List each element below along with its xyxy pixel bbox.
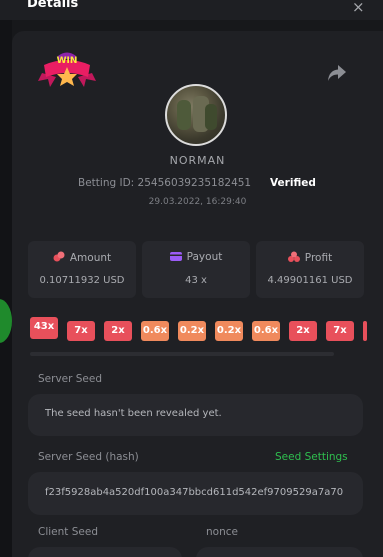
nonce-label: nonce xyxy=(206,526,238,538)
server-seed-field[interactable]: The seed hasn't been revealed yet. xyxy=(28,394,363,436)
client-seed-label: Client Seed xyxy=(38,526,98,538)
history-chip[interactable]: 0.2x xyxy=(178,321,206,341)
win-badge-icon: WIN xyxy=(38,52,96,87)
betting-id: Betting ID: 25456039235182451 xyxy=(78,177,251,189)
history-chip[interactable]: 0.2x xyxy=(215,321,243,341)
payout-label: Payout xyxy=(186,251,223,263)
modal-title: Details xyxy=(27,0,79,11)
amount-card: Amount 0.10711932 USD xyxy=(28,241,136,298)
history-scrollbar[interactable] xyxy=(30,352,334,356)
server-seed-hash-field[interactable]: f23f5928ab4a520df100a347bbcd611d542ef970… xyxy=(28,472,363,515)
history-chip-partial[interactable] xyxy=(363,321,367,341)
amount-label: Amount xyxy=(69,252,112,264)
close-icon[interactable]: × xyxy=(352,0,365,16)
seed-settings-link[interactable]: Seed Settings xyxy=(275,451,348,463)
profit-value: 4.49901161 USD xyxy=(267,275,353,286)
nonce-field[interactable] xyxy=(196,547,363,557)
profit-label: Profit xyxy=(304,252,333,264)
history-chip[interactable]: 0.6x xyxy=(252,321,280,341)
payout-value: 43 x xyxy=(185,275,207,286)
history-chip[interactable]: 7x xyxy=(326,321,354,341)
payout-card: Payout 43 x xyxy=(142,241,250,298)
history-chip[interactable]: 43x xyxy=(30,317,58,339)
betting-id-label: Betting ID: xyxy=(78,177,135,189)
server-seed-hash-label: Server Seed (hash) xyxy=(38,451,139,463)
client-seed-field[interactable] xyxy=(28,547,182,557)
bet-timestamp: 29.03.2022, 16:29:40 xyxy=(148,197,247,207)
server-seed-value: The seed hasn't been revealed yet. xyxy=(45,408,222,419)
server-seed-hash-value: f23f5928ab4a520df100a347bbcd611d542ef970… xyxy=(45,487,344,498)
verified-badge: Verified xyxy=(270,177,316,189)
profit-card: Profit 4.49901161 USD xyxy=(256,241,364,298)
svg-text:WIN: WIN xyxy=(57,56,78,66)
share-icon[interactable] xyxy=(327,64,347,82)
coins-icon xyxy=(53,251,65,262)
multiplier-history: 43x 7x 2x 0.6x 0.2x 0.2x 0.6x 2x 7x xyxy=(30,317,383,349)
coin-stack-icon xyxy=(287,251,300,262)
wallet-icon xyxy=(169,252,182,261)
history-chip[interactable]: 7x xyxy=(67,321,95,341)
avatar xyxy=(165,84,227,146)
details-panel: WIN NORMAN Betting ID: 25456039235182451… xyxy=(12,31,383,557)
background-strip xyxy=(0,20,12,557)
amount-value: 0.10711932 USD xyxy=(39,275,125,286)
server-seed-label: Server Seed xyxy=(38,373,103,385)
history-chip[interactable]: 2x xyxy=(104,321,132,341)
history-chip[interactable]: 2x xyxy=(289,321,317,341)
history-chip[interactable]: 0.6x xyxy=(141,321,169,341)
betting-id-value: 25456039235182451 xyxy=(137,177,252,189)
player-name: NORMAN xyxy=(169,154,226,167)
